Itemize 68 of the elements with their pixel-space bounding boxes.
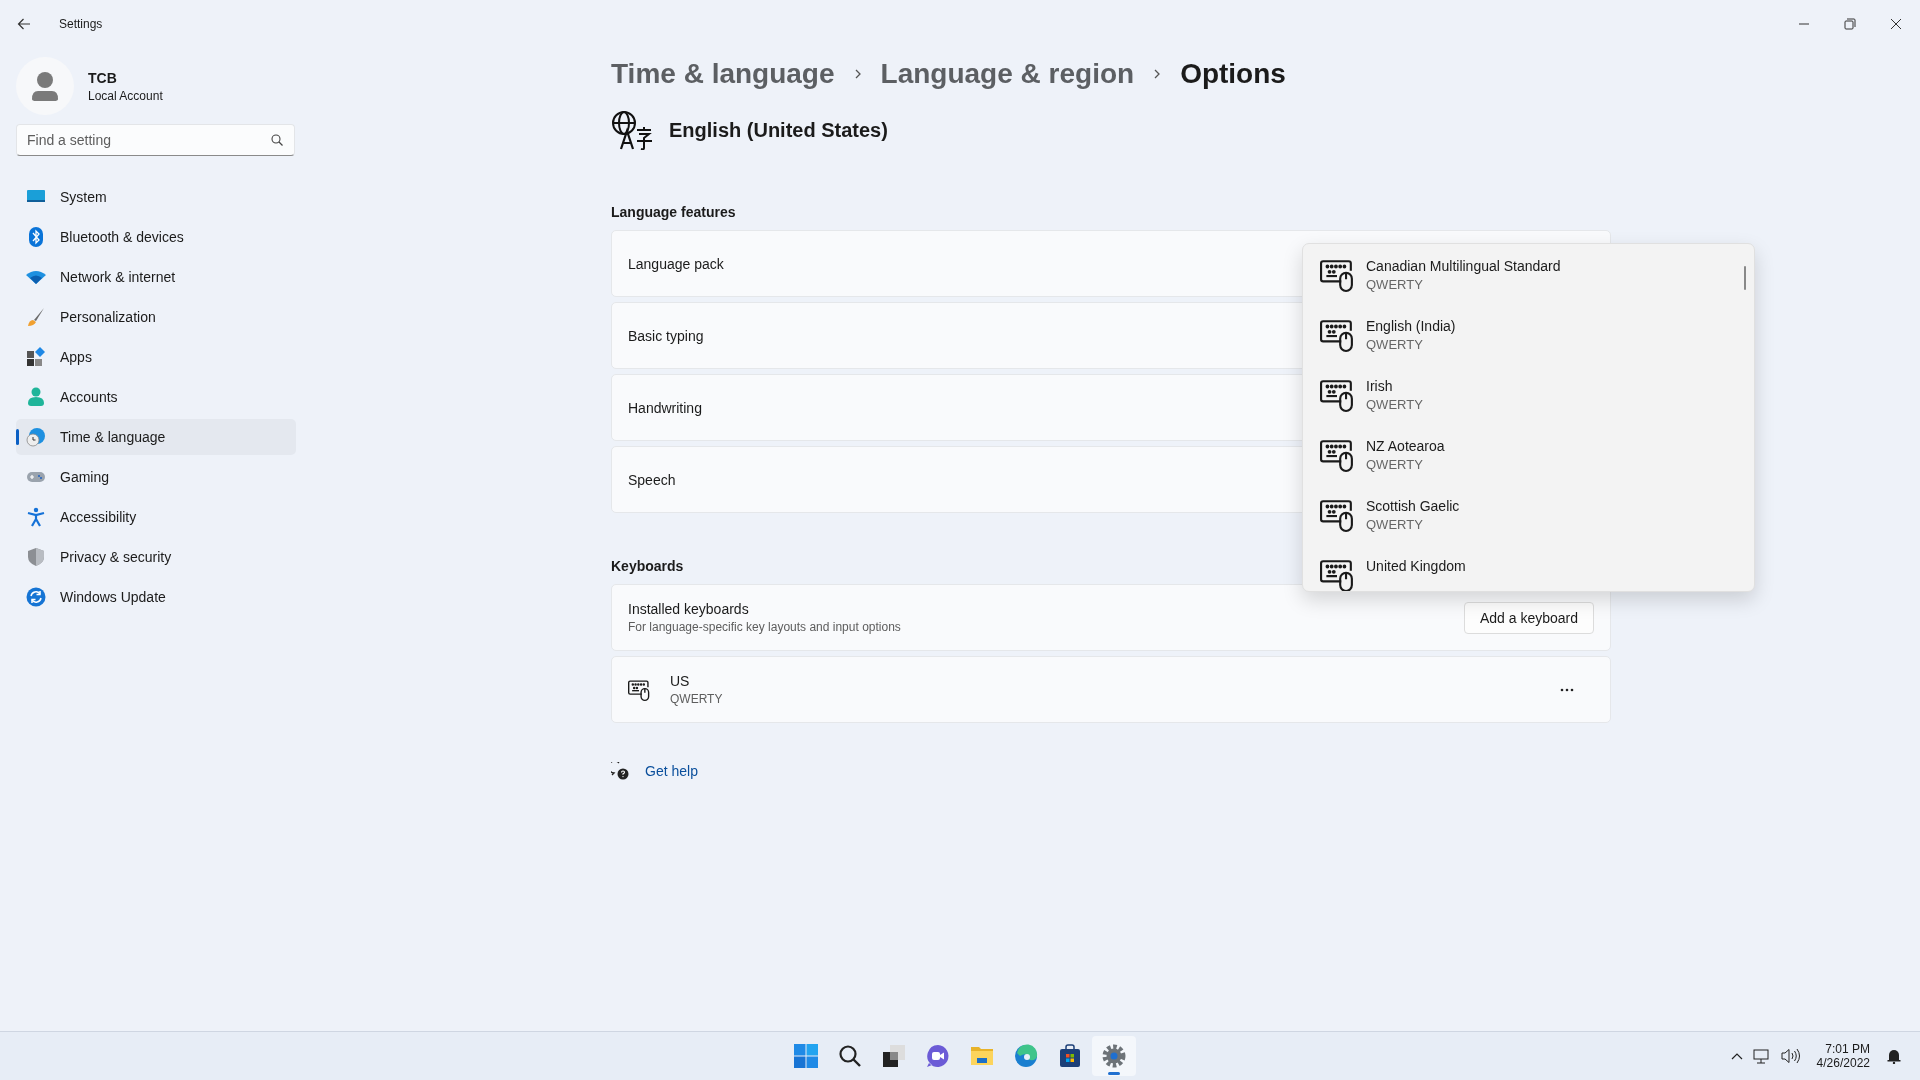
card-label: Handwriting (628, 399, 702, 416)
clock-date[interactable]: 4/26/2022 (1816, 1056, 1870, 1070)
folder-icon (970, 1044, 994, 1068)
language-name: English (United States) (669, 118, 888, 142)
nav-item[interactable]: Privacy & security (16, 539, 296, 575)
language-icon (611, 110, 653, 150)
section-heading: Language features (611, 204, 736, 220)
nav-item[interactable]: Accounts (16, 379, 296, 415)
keyboard-option[interactable]: United Kingdom (1303, 558, 1754, 591)
close-icon[interactable] (1890, 18, 1902, 30)
shield-icon (26, 547, 46, 567)
chevron-up-icon[interactable] (1730, 1052, 1743, 1060)
keyboard-mouse-icon (1320, 558, 1354, 591)
nav-item[interactable]: Personalization (16, 299, 296, 335)
globe-clock-icon (26, 427, 46, 447)
back-arrow-icon[interactable] (17, 17, 31, 31)
clock-time[interactable]: 7:01 PM (1825, 1042, 1870, 1056)
card-label: Basic typing (628, 327, 704, 344)
apps-icon (26, 347, 46, 367)
section-heading: Keyboards (611, 558, 684, 574)
video-chat-icon (926, 1044, 950, 1068)
keyboard-mouse-icon (1320, 378, 1354, 412)
search-icon (838, 1044, 862, 1068)
keyboard-mouse-icon (1320, 498, 1354, 532)
settings-icon (1102, 1044, 1126, 1068)
volume-icon[interactable] (1780, 1048, 1801, 1064)
get-help-link[interactable]: Get help (645, 763, 698, 779)
card-description: For language-specific key layouts and input options (628, 620, 901, 634)
nav-item[interactable]: Bluetooth & devices (16, 219, 296, 255)
accessibility-icon (26, 507, 46, 527)
search-icon (271, 134, 283, 146)
breadcrumb-item[interactable]: Language & region (880, 58, 1135, 90)
browser-icon (1014, 1044, 1038, 1068)
breadcrumb-item[interactable]: Time & language (611, 58, 835, 90)
keyboard-mouse-icon (1320, 318, 1354, 352)
nav-item[interactable]: Gaming (16, 459, 296, 495)
add-keyboard-button[interactable]: Add a keyboard (1463, 601, 1594, 634)
person-icon (26, 387, 46, 407)
keyboard-name: US (670, 673, 691, 689)
keyboard-mouse-icon (1320, 438, 1354, 472)
bluetooth-icon (26, 227, 46, 247)
account-name: TCB (88, 69, 118, 86)
nav-item[interactable]: Apps (16, 339, 296, 375)
store-bag-icon (1058, 1044, 1082, 1068)
card-label: Speech (628, 471, 676, 488)
more-options-icon[interactable] (1560, 687, 1574, 692)
nav-item[interactable]: Network & internet (16, 259, 296, 295)
scrollbar-thumb[interactable] (1744, 266, 1746, 290)
breadcrumb-item: Options (1180, 58, 1286, 90)
window-title: Settings (59, 17, 103, 31)
network-monitor-icon[interactable] (1752, 1048, 1771, 1064)
keyboard-layout: QWERTY (670, 692, 723, 706)
nav-item[interactable]: Time & language (16, 419, 296, 455)
notification-bell-icon[interactable] (1886, 1048, 1902, 1064)
nav-item[interactable]: Accessibility (16, 499, 296, 535)
keyboard-mouse-icon (1320, 258, 1354, 292)
nav-item[interactable]: System (16, 179, 296, 215)
windows-start-icon (794, 1044, 818, 1068)
card-label: Installed keyboards (628, 601, 750, 617)
search-field[interactable]: Find a setting (16, 124, 295, 156)
avatar-icon (16, 57, 74, 115)
keyboard-mouse-icon (628, 678, 650, 701)
task-view-icon (882, 1044, 906, 1068)
account-type: Local Account (88, 88, 163, 103)
restore-icon[interactable] (1844, 18, 1856, 30)
card-label: Language pack (628, 255, 724, 272)
nav-item[interactable]: Windows Update (16, 579, 296, 615)
update-icon (26, 587, 46, 607)
